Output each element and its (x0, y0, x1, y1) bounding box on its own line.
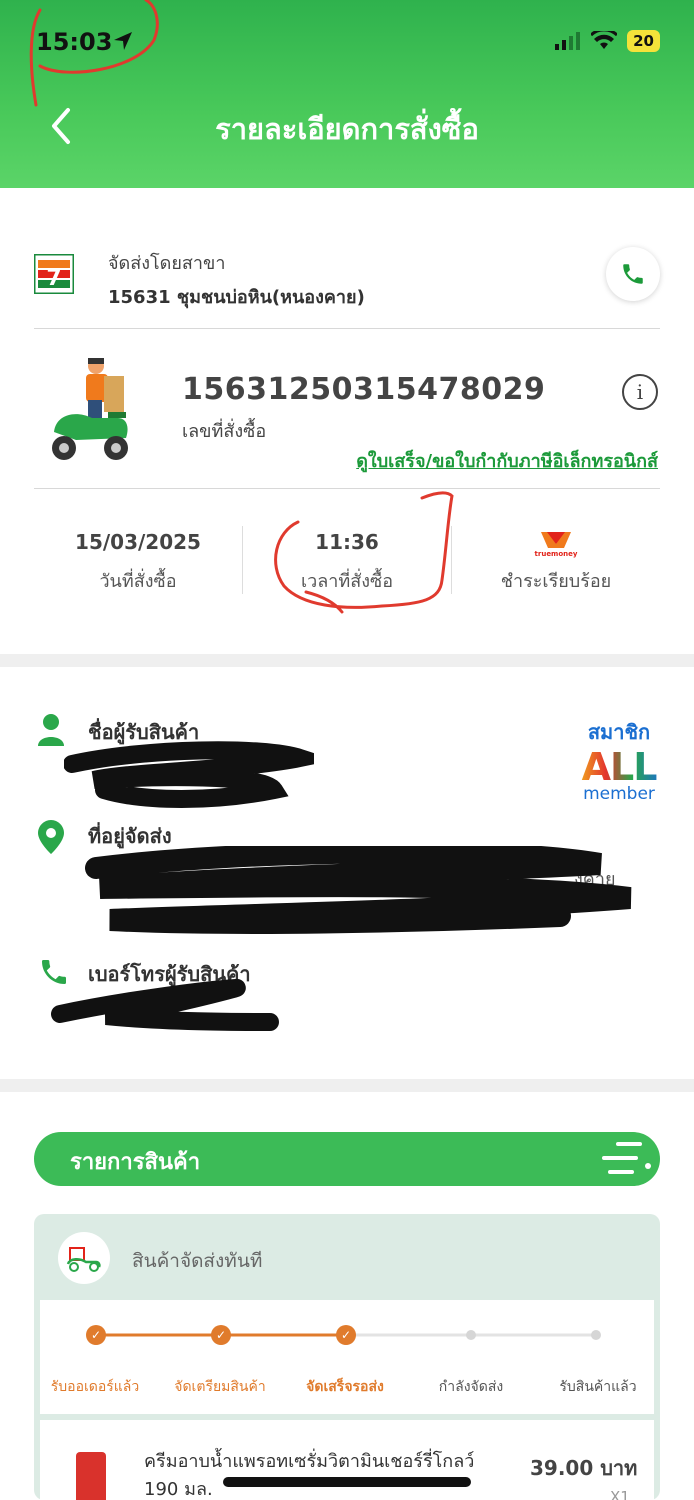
step-pending-icon (591, 1330, 601, 1340)
product-price: 39.00 บาท (530, 1456, 638, 1480)
redaction-address (85, 846, 632, 934)
truemoney-logo: truemoney (452, 530, 660, 558)
member-label-en: member (583, 784, 655, 804)
app-header: 15:03 20 รายละเอียดการสั่งซื้อ (0, 0, 694, 188)
order-time: 11:36 (315, 530, 379, 554)
battery-icon: 20 (627, 30, 660, 52)
location-arrow-icon (114, 32, 132, 50)
step-label: จัดเตรียมสินค้า (174, 1379, 266, 1395)
page-title: รายละเอียดการสั่งซื้อ (215, 112, 479, 146)
payment-status: ชำระเรียบร้อย (500, 571, 612, 592)
order-date: 15/03/2025 (75, 530, 201, 554)
instant-delivery-icon (58, 1232, 110, 1284)
store-label: จัดส่งโดยสาขา (108, 253, 226, 274)
step-done-icon: ✓ (211, 1325, 231, 1345)
order-number-label: เลขที่สั่งซื้อ (182, 421, 267, 442)
order-date-label: วันที่สั่งซื้อ (99, 571, 177, 592)
redaction-name (64, 741, 314, 808)
member-label-th: สมาชิก (587, 720, 651, 744)
member-brand: ALL (576, 748, 662, 786)
step-label: จัดเสร็จรอส่ง (306, 1379, 384, 1395)
redaction-product (223, 1477, 471, 1487)
store-name: 15631 ชุมชนบ่อหิน(หนองคาย) (108, 287, 365, 308)
phone-icon (623, 264, 643, 284)
speed-lines-icon (602, 1142, 651, 1174)
wifi-icon (591, 31, 618, 49)
receipt-link[interactable]: ดูใบเสร็จ/ขอใบกำกับภาษีอิเล็กทรอนิกส์ (356, 446, 658, 475)
product-image (76, 1452, 106, 1500)
payment-stat: truemoney ชำระเรียบร้อย (452, 530, 660, 595)
items-title: รายการสินค้า (70, 1150, 201, 1175)
order-number: 15631250315478029 (182, 372, 546, 407)
svg-text:7: 7 (46, 266, 61, 291)
info-icon[interactable]: i (622, 374, 658, 410)
step-done-icon: ✓ (86, 1325, 106, 1345)
step-current-icon: ✓ (336, 1325, 356, 1345)
location-pin-icon (38, 820, 64, 854)
delivery-type-label: สินค้าจัดส่งทันที (132, 1250, 263, 1272)
call-store-button[interactable] (606, 247, 660, 301)
delivery-scooter-icon (52, 358, 128, 460)
product-quantity: X1 (610, 1488, 630, 1500)
status-icons: 20 (555, 30, 660, 52)
all-member-badge: สมาชิก ALL member (576, 716, 662, 804)
person-icon (38, 714, 64, 746)
step-label: รับสินค้าแล้ว (559, 1379, 637, 1395)
step-label: รับออเดอร์แล้ว (50, 1379, 140, 1395)
svg-text:truemoney: truemoney (535, 550, 578, 558)
signal-icon (555, 32, 581, 50)
order-date-stat: 15/03/2025 วันที่สั่งซื้อ (34, 530, 242, 595)
status-time: 15:03 (36, 28, 113, 56)
step-label: กำลังจัดส่ง (438, 1379, 504, 1395)
divider (34, 488, 660, 489)
seven-eleven-logo: 7 (34, 254, 74, 294)
divider (34, 328, 660, 329)
order-time-label: เวลาที่สั่งซื้อ (300, 571, 394, 592)
order-time-stat: 11:36 เวลาที่สั่งซื้อ (243, 530, 451, 595)
step-pending-icon (466, 1330, 476, 1340)
items-section-header: รายการสินค้า (34, 1132, 660, 1186)
redaction-phone (51, 978, 279, 1031)
